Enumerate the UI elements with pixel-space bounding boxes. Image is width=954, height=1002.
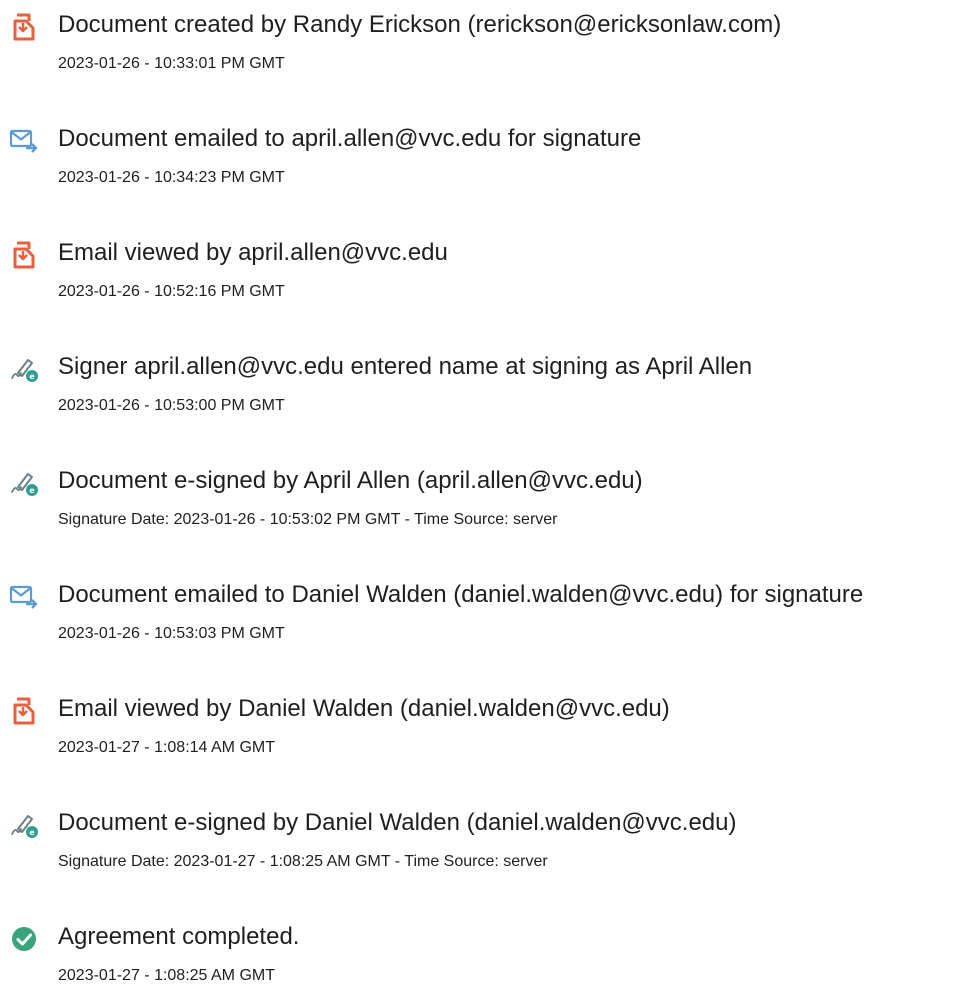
event-title: Email viewed by Daniel Walden (daniel.wa… (58, 695, 670, 722)
history-event: Email viewed by april.allen@vvc.edu 2023… (0, 238, 954, 318)
e-sign-pen-icon: e (9, 468, 39, 498)
event-timestamp: 2023-01-26 - 10:34:23 PM GMT (58, 169, 285, 186)
event-timestamp: 2023-01-27 - 1:08:14 AM GMT (58, 739, 275, 756)
e-sign-pen-icon: e (9, 354, 39, 384)
event-title: Document emailed to Daniel Walden (danie… (58, 581, 864, 608)
event-timestamp: 2023-01-26 - 10:33:01 PM GMT (58, 55, 285, 72)
event-timestamp: 2023-01-26 - 10:53:00 PM GMT (58, 397, 285, 414)
e-sign-pen-icon: e (9, 810, 39, 840)
history-event: Document emailed to Daniel Walden (danie… (0, 580, 954, 660)
event-title: Email viewed by april.allen@vvc.edu (58, 239, 448, 266)
event-timestamp: 2023-01-26 - 10:52:16 PM GMT (58, 283, 285, 300)
history-event: Document created by Randy Erickson (reri… (0, 10, 954, 90)
event-signature-date: Signature Date: 2023-01-27 - 1:08:25 AM … (58, 853, 548, 870)
event-timestamp: 2023-01-26 - 10:53:03 PM GMT (58, 625, 285, 642)
svg-text:e: e (29, 372, 35, 381)
history-event: Agreement completed. 2023-01-27 - 1:08:2… (0, 922, 954, 1002)
document-created-icon (9, 12, 39, 42)
event-signature-date: Signature Date: 2023-01-26 - 10:53:02 PM… (58, 511, 558, 528)
history-event: e Document e-signed by April Allen (apri… (0, 466, 954, 546)
document-viewed-icon (9, 696, 39, 726)
email-sent-icon (9, 126, 39, 156)
email-sent-icon (9, 582, 39, 612)
document-viewed-icon (9, 240, 39, 270)
event-title: Document emailed to april.allen@vvc.edu … (58, 125, 642, 152)
svg-text:e: e (29, 486, 35, 495)
checkmark-circle-icon (9, 924, 39, 954)
audit-history: Document created by Randy Erickson (reri… (0, 0, 954, 996)
history-event: Document emailed to april.allen@vvc.edu … (0, 124, 954, 204)
event-title: Document created by Randy Erickson (reri… (58, 11, 782, 38)
history-event: e Signer april.allen@vvc.edu entered nam… (0, 352, 954, 432)
event-title: Signer april.allen@vvc.edu entered name … (58, 353, 753, 380)
history-event: e Document e-signed by Daniel Walden (da… (0, 808, 954, 888)
history-event: Email viewed by Daniel Walden (daniel.wa… (0, 694, 954, 774)
event-title: Document e-signed by Daniel Walden (dani… (58, 809, 737, 836)
event-title: Document e-signed by April Allen (april.… (58, 467, 643, 494)
svg-text:e: e (29, 828, 35, 837)
event-title: Agreement completed. (58, 923, 300, 950)
event-timestamp: 2023-01-27 - 1:08:25 AM GMT (58, 967, 275, 984)
